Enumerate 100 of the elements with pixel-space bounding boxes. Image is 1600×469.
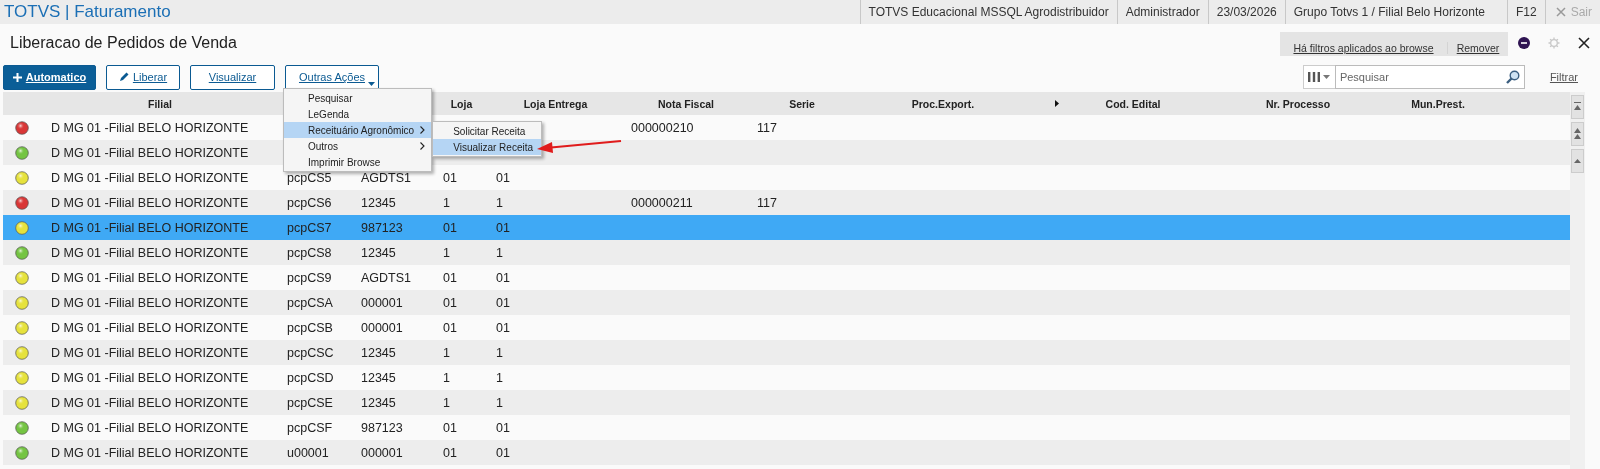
table-cell: 01 (496, 445, 510, 460)
table-cell: 1 (496, 195, 503, 210)
table-cell: 01 (496, 170, 510, 185)
table-row[interactable]: D MG 01 -Filial BELO HORIZONTE pcpCSA 000001 01 01 (3, 290, 1570, 315)
table-cell: pcpCS6 (287, 195, 332, 210)
table-cell: D MG 01 -Filial BELO HORIZONTE (51, 170, 249, 185)
remove-filter-link[interactable]: Remover (1456, 42, 1500, 54)
table-cell: 01 (496, 295, 510, 310)
table-cell: AGDTS1 (361, 170, 411, 185)
table-cell: 01 (443, 220, 457, 235)
table-cell: pcpCS5 (287, 170, 332, 185)
table-cell: 1 (443, 345, 450, 360)
table-cell: D MG 01 -Filial BELO HORIZONTE (51, 420, 249, 435)
table-cell: u00001 (287, 445, 329, 460)
table-row[interactable]: D MG 01 -Filial BELO HORIZONTE pcpCS6 12345 1 1 000000211 117 (3, 190, 1570, 215)
table-row[interactable]: D MG 01 -Filial BELO HORIZONTE pcpCSE 12345 1 1 (3, 390, 1570, 415)
page-up-icon[interactable] (1571, 122, 1584, 146)
menu-item[interactable]: Receituário Agronômico (284, 122, 432, 138)
plus-icon (12, 72, 22, 82)
close-icon[interactable] (1578, 37, 1590, 49)
column-header[interactable]: Nota Fiscal (658, 97, 714, 110)
column-header[interactable]: Loja (450, 97, 473, 110)
table-cell: 1 (496, 245, 503, 260)
table-cell: 12345 (361, 245, 396, 260)
action-button[interactable]: Liberar (106, 64, 180, 90)
table-cell: D MG 01 -Filial BELO HORIZONTE (51, 120, 249, 135)
table-cell: 01 (443, 420, 457, 435)
table-cell: 987123 (361, 220, 403, 235)
table-cell: D MG 01 -Filial BELO HORIZONTE (51, 395, 249, 410)
table-cell: 01 (496, 420, 510, 435)
action-button[interactable]: Outras Ações (285, 64, 379, 90)
table-cell: 117 (757, 195, 777, 210)
search-field[interactable]: Pesquisar (1334, 65, 1525, 89)
column-chooser-button[interactable] (1302, 65, 1335, 89)
table-cell: pcpCS9 (287, 270, 332, 285)
table-cell: D MG 01 -Filial BELO HORIZONTE (51, 345, 249, 360)
table-row[interactable]: D MG 01 -Filial BELO HORIZONTE u00001 000001 01 01 (3, 440, 1570, 465)
table-row[interactable]: D MG 01 -Filial BELO HORIZONTE pcpCS7 987123 01 01 (3, 215, 1570, 240)
table-row[interactable]: D MG 01 -Filial BELO HORIZONTE pcpCS8 12345 1 1 (3, 240, 1570, 265)
action-button[interactable]: Visualizar (190, 64, 275, 90)
column-marker-icon (1055, 100, 1059, 107)
column-header[interactable]: Mun.Prest. (1411, 97, 1465, 110)
session-info: Administrador (1116, 0, 1208, 24)
menu-item[interactable]: Outros (284, 138, 432, 154)
table-cell: D MG 01 -Filial BELO HORIZONTE (51, 295, 249, 310)
filter-link[interactable]: Filtrar (1549, 71, 1578, 83)
scroll-up-icon[interactable] (1571, 149, 1584, 173)
table-cell: 01 (443, 320, 457, 335)
table-row[interactable]: D MG 01 -Filial BELO HORIZONTE pcpCSC 12345 1 1 (3, 340, 1570, 365)
table-cell: 1 (496, 345, 503, 360)
table-cell: 12345 (361, 195, 396, 210)
page-title: Liberacao de Pedidos de Venda (9, 34, 238, 52)
column-header[interactable]: Loja Entrega (523, 97, 588, 110)
table-cell: pcpCSB (287, 320, 333, 335)
table-cell: D MG 01 -Filial BELO HORIZONTE (51, 195, 249, 210)
table-cell: 1 (443, 395, 450, 410)
table-cell: pcpCS7 (287, 220, 332, 235)
table-cell: 1 (496, 395, 503, 410)
table-cell: pcpCSF (287, 420, 333, 435)
table-cell: 000001 (361, 295, 403, 310)
minus-circle-icon[interactable] (1518, 37, 1530, 49)
menu-item[interactable]: Solicitar Receita (433, 123, 542, 139)
column-header[interactable]: Serie (789, 97, 815, 110)
shortcut-key[interactable]: F12 (1506, 0, 1545, 24)
table-cell: AGDTS1 (361, 270, 411, 285)
scrollbar[interactable] (1570, 92, 1585, 469)
column-header[interactable]: Filial (148, 97, 172, 110)
filter-notice-link[interactable]: Há filtros aplicados ao browse (1293, 42, 1434, 54)
menu-item[interactable]: Pesquisar (284, 90, 432, 106)
session-info: 23/03/2026 (1207, 0, 1285, 24)
app-title: TOTVS | Faturamento (3, 2, 172, 22)
column-header[interactable]: Nr. Processo (1265, 97, 1331, 110)
caret-icon (368, 81, 375, 86)
table-cell: pcpCSA (287, 295, 333, 310)
table-cell: pcpCSE (287, 395, 333, 410)
table-cell: D MG 01 -Filial BELO HORIZONTE (51, 220, 249, 235)
table-cell: 01 (443, 295, 457, 310)
session-info: Grupo Totvs 1 / Filial Belo Horizonte (1284, 0, 1493, 24)
column-header[interactable]: Proc.Export. (911, 97, 975, 110)
pencil-icon (118, 72, 129, 82)
table-cell: 000000210 (631, 120, 694, 135)
menu-item[interactable]: Visualizar Receita (433, 139, 542, 155)
table-cell: 1 (443, 370, 450, 385)
caret-icon (1323, 75, 1331, 79)
table-cell: D MG 01 -Filial BELO HORIZONTE (51, 370, 249, 385)
table-cell: 1 (496, 370, 503, 385)
column-header[interactable]: Cod. Edital (1105, 97, 1161, 110)
columns-icon (1308, 71, 1321, 83)
table-cell: D MG 01 -Filial BELO HORIZONTE (51, 270, 249, 285)
scroll-top-icon[interactable] (1571, 95, 1584, 119)
table-cell: 01 (496, 220, 510, 235)
table-cell: 1 (443, 245, 450, 260)
table-cell: 01 (443, 170, 457, 185)
action-button[interactable]: Automatico (3, 64, 96, 90)
table-cell: pcpCSD (287, 370, 334, 385)
table-cell: 1 (443, 195, 450, 210)
table-cell: pcpCS8 (287, 245, 332, 260)
table-cell: 000001 (361, 445, 403, 460)
table-cell: 117 (757, 120, 777, 135)
search-icon[interactable] (1505, 70, 1520, 84)
